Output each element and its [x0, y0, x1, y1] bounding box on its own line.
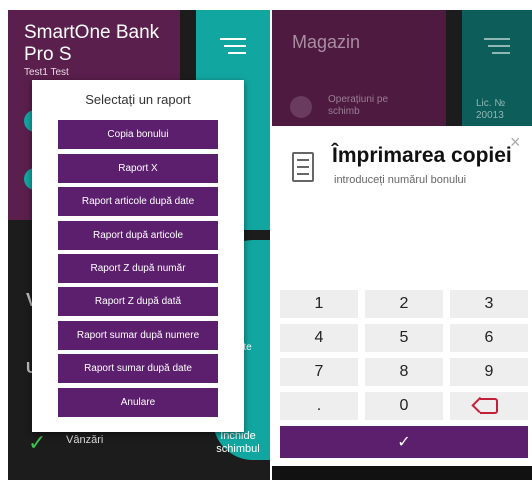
system-nav-bar: [272, 466, 532, 480]
app-title: SmartOne Bank Pro S: [24, 22, 160, 65]
panel-title: Împrimarea copiei: [332, 144, 512, 167]
receipt-icon: [292, 152, 314, 182]
user-name: Test1 Test: [24, 67, 69, 78]
report-button-z-by-date[interactable]: Raport Z după dată: [58, 287, 218, 316]
report-button-summary-date[interactable]: Raport sumar după date: [58, 354, 218, 383]
report-dialog: Selectați un raport Copia bonului Raport…: [32, 80, 244, 432]
checkmark-icon: ✓: [28, 430, 47, 455]
dialog-title: Selectați un raport: [85, 92, 191, 107]
shift-operations-label[interactable]: Operațiuni pe schimb: [328, 94, 418, 118]
store-title: Magazin: [292, 32, 361, 52]
hamburger-icon[interactable]: [220, 38, 246, 56]
keypad-key-dot[interactable]: .: [280, 392, 358, 420]
receipt-number-input[interactable]: introduceți numărul bonului: [334, 174, 466, 186]
backspace-icon: [480, 398, 498, 414]
cancel-button[interactable]: Anulare: [58, 388, 218, 417]
keypad-key-5[interactable]: 5: [365, 324, 443, 352]
keypad-key-9[interactable]: 9: [450, 358, 528, 386]
keypad-key-2[interactable]: 2: [365, 290, 443, 318]
backspace-button[interactable]: [450, 392, 528, 420]
hamburger-icon[interactable]: [484, 38, 510, 56]
keypad-key-7[interactable]: 7: [280, 358, 358, 386]
checkmark-icon: ✓: [397, 434, 411, 451]
keypad-key-0[interactable]: 0: [365, 392, 443, 420]
report-button-z-by-number[interactable]: Raport Z după număr: [58, 254, 218, 283]
confirm-button[interactable]: ✓: [280, 426, 528, 458]
report-button-summary-number[interactable]: Raport sumar după numere: [58, 321, 218, 350]
keypad-key-6[interactable]: 6: [450, 324, 528, 352]
close-shift-label[interactable]: Închide schimbul: [206, 430, 270, 456]
report-button-items-by-date[interactable]: Raport articole după date: [58, 187, 218, 216]
report-button-copy[interactable]: Copia bonului: [58, 120, 218, 149]
right-app-screen: Magazin Operațiuni pe schimb Lic. № 2001…: [272, 10, 532, 480]
license-label: Lic. № 20013: [476, 98, 506, 121]
keypad-key-4[interactable]: 4: [280, 324, 358, 352]
keypad-key-3[interactable]: 3: [450, 290, 528, 318]
keypad-key-8[interactable]: 8: [365, 358, 443, 386]
sales-label[interactable]: Vânzări: [66, 434, 103, 446]
keypad-key-1[interactable]: 1: [280, 290, 358, 318]
clock-icon: [290, 96, 312, 118]
report-button-x[interactable]: Raport X: [58, 154, 218, 183]
report-button-by-items[interactable]: Raport după articole: [58, 221, 218, 250]
print-copy-panel: × Împrimarea copiei introduceți numărul …: [272, 126, 532, 480]
